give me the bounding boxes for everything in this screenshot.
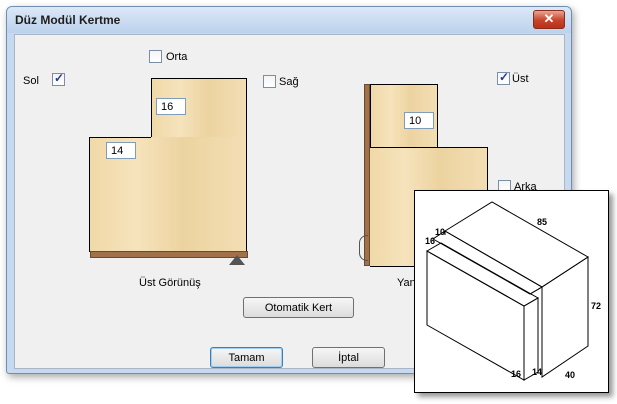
orta-checkbox[interactable] — [149, 50, 162, 63]
top-view-label: Üst Görünüş — [139, 277, 201, 289]
sag-label: Sağ — [279, 76, 299, 88]
close-button[interactable]: ✕ — [533, 10, 565, 29]
iso-dim-72: 72 — [591, 301, 601, 311]
iso-dim-10: 10 — [435, 227, 445, 237]
sag-checkbox[interactable] — [263, 75, 276, 88]
top-view-front-edge — [90, 251, 248, 258]
iso-dim-14: 14 — [532, 367, 542, 377]
isometric-preview: 85 10 16 72 16 14 40 — [414, 190, 609, 393]
sol-checkbox[interactable] — [52, 71, 65, 86]
iso-dim-16a: 16 — [425, 236, 435, 246]
isometric-drawing: 85 10 16 72 16 14 40 — [425, 201, 601, 381]
side-view-step-edge — [435, 147, 487, 148]
orta-label: Orta — [166, 51, 188, 63]
side-view-handle-icon — [359, 235, 368, 261]
ok-button[interactable]: Tamam — [210, 347, 283, 368]
top-view-step-edge — [89, 137, 151, 138]
ust-checkbox[interactable] — [497, 70, 510, 85]
side-view-label: Yan — [397, 277, 416, 289]
view-direction-arrow-icon — [229, 255, 245, 265]
ust-label: Üst — [512, 73, 529, 85]
iso-dim-16b: 16 — [511, 369, 521, 379]
title-bar[interactable]: Düz Modül Kertme ✕ — [7, 7, 571, 33]
side-view-input[interactable]: 10 — [404, 112, 434, 129]
iso-dim-40: 40 — [565, 370, 575, 380]
sol-label: Sol — [23, 75, 39, 87]
top-view-width-input[interactable]: 14 — [106, 142, 136, 159]
cancel-button[interactable]: İptal — [312, 347, 385, 368]
auto-notch-button[interactable]: Otomatik Kert — [243, 297, 354, 318]
top-view-depth-input[interactable]: 16 — [156, 98, 186, 115]
window-title: Düz Modül Kertme — [15, 13, 121, 27]
iso-dim-85: 85 — [537, 217, 547, 227]
